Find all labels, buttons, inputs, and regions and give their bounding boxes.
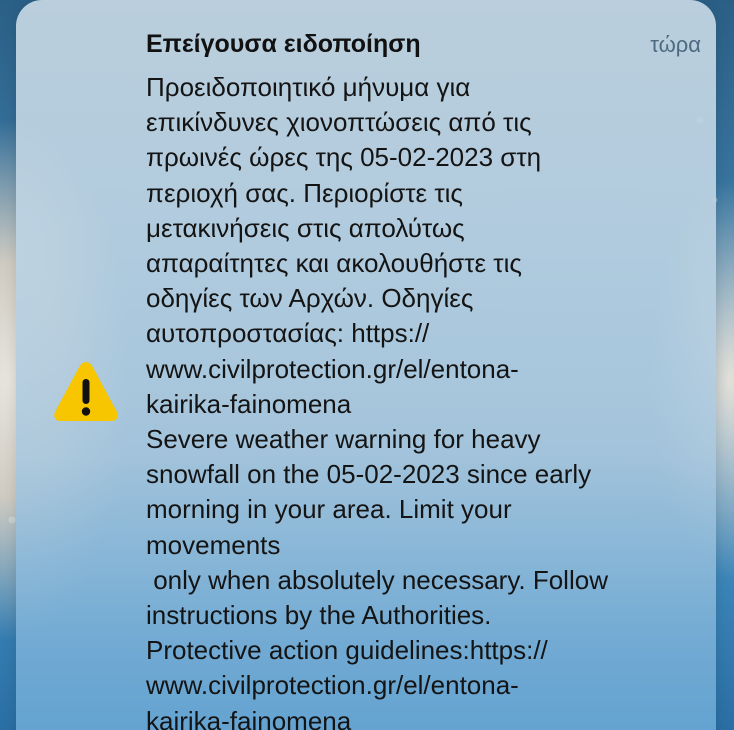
- message-line: Protective action guidelines:https://: [146, 635, 548, 666]
- message-line: only when absolutely necessary. Follow: [146, 564, 608, 595]
- message-line: αυτοπροστασίας: https://: [146, 318, 430, 349]
- message-line: περιοχή σας. Περιορίστε τις: [146, 177, 463, 208]
- message-link-line[interactable]: www.civilprotection.gr/el/entona-: [146, 668, 691, 703]
- alert-message: Προειδοποιητικό μήνυμα για επικίνδυνες χ…: [146, 70, 691, 730]
- message-line: movements: [146, 529, 281, 560]
- message-line: μετακινήσεις στις απολύτως: [146, 212, 465, 243]
- message-line: Severe weather warning for heavy: [146, 424, 541, 455]
- emergency-alert-notification[interactable]: Επείγουσα ειδοποίηση τώρα Προειδοποιητικ…: [16, 0, 716, 730]
- message-line: instructions by the Authorities.: [146, 600, 492, 631]
- message-link-line[interactable]: kairika-fainomena: [146, 387, 691, 422]
- notification-header: Επείγουσα ειδοποίηση τώρα: [146, 24, 701, 70]
- message-line: οδηγίες των Αρχών. Οδηγίες: [146, 283, 474, 314]
- message-line: πρωινές ώρες της 05-02-2023 στη: [146, 142, 542, 173]
- message-line: snowfall on the 05-02-2023 since early: [146, 459, 592, 490]
- warning-triangle-icon: [54, 362, 118, 421]
- alert-title: Επείγουσα ειδοποίηση: [146, 30, 421, 58]
- message-line: επικίνδυνες χιονοπτώσεις από τις: [146, 107, 532, 138]
- message-line: απαραίτητες και ακολουθήστε τις: [146, 248, 522, 279]
- message-link-line[interactable]: www.civilprotection.gr/el/entona-: [146, 352, 691, 387]
- message-link-line[interactable]: kairika-fainomena: [146, 704, 691, 730]
- notification-content: Επείγουσα ειδοποίηση τώρα Προειδοποιητικ…: [146, 24, 701, 730]
- message-line: Προειδοποιητικό μήνυμα για: [146, 72, 471, 102]
- message-line: morning in your area. Limit your: [146, 494, 512, 525]
- notification-timestamp: τώρα: [650, 32, 701, 57]
